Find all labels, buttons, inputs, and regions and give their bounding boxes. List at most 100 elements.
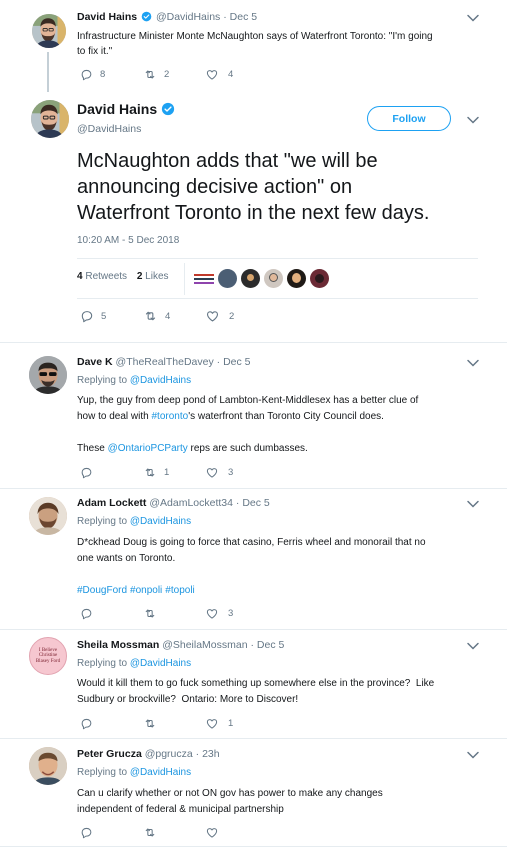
avatar[interactable]: I Believe Christine Blasey Ford [29,637,67,675]
like-button[interactable]: 4 [205,68,233,81]
replying-to-prefix: Replying to [77,516,128,527]
like-button[interactable]: 2 [205,309,234,323]
divider [0,846,507,847]
liker-avatar[interactable] [310,269,329,288]
author-handle[interactable]: @DavidHains [77,123,141,135]
avatar[interactable] [31,100,69,138]
tweet-timestamp[interactable]: 10:20 AM - 5 Dec 2018 [77,235,179,246]
like-button[interactable]: 3 [205,607,233,620]
liker-avatar[interactable] [287,269,306,288]
liker-avatar[interactable] [218,269,237,288]
like-icon [205,826,219,839]
chevron-down-icon[interactable] [466,358,480,368]
tweet-text-line: Would it kill them to go fuck something … [77,678,435,689]
replying-to-prefix: Replying to [77,767,128,778]
retweet-button[interactable] [143,717,164,730]
author-name[interactable]: David Hains [77,11,137,23]
retweet-count: 1 [164,467,170,478]
author-name[interactable]: Dave K [77,356,113,368]
chevron-down-icon[interactable] [466,115,480,125]
like-button[interactable] [205,826,228,839]
tweet-date[interactable]: Dec 5 [223,356,250,368]
separator: · [223,11,227,23]
hashtag-link[interactable]: #DougFord [77,585,127,596]
liker-avatar[interactable] [241,269,260,288]
liker-avatar[interactable] [264,269,283,288]
author-handle[interactable]: @AdamLockett34 [149,497,233,509]
avatar[interactable] [29,747,67,785]
follow-label: Follow [392,112,426,125]
replying-to-link[interactable]: @DavidHains [130,767,191,778]
author-handle[interactable]: @DavidHains [156,11,220,23]
retweet-button[interactable]: 4 [143,309,170,323]
avatar-image [29,497,67,535]
retweet-button[interactable] [143,826,164,839]
reply-button[interactable] [80,607,100,620]
reply-button[interactable]: 5 [80,309,106,323]
tweet-text-line: one wants on Toronto. [77,553,176,564]
tweet-text-line: Yup, the guy from deep pond of Lambton-K… [77,395,419,406]
chevron-down-icon[interactable] [466,750,480,760]
separator: · [235,497,240,509]
replying-to-link[interactable]: @DavidHains [130,375,191,386]
avatar-image [29,747,67,785]
avatar[interactable] [29,497,67,535]
author-name[interactable]: David Hains [77,101,157,117]
separator: · [250,639,254,651]
tweet-date[interactable]: Dec 5 [257,639,284,651]
tweet-text: Would it kill them to go fuck something … [77,676,497,708]
hashtags: #DougFord #onpoli #topoli [77,583,487,599]
tweet-date[interactable]: 23h [202,748,220,760]
tweet-header: Dave K @TheRealTheDavey · Dec 5 [77,356,251,368]
author-handle[interactable]: @pgrucza [145,748,193,760]
like-button[interactable]: 3 [205,466,233,479]
tweet-text: D*ckhead Doug is going to force that cas… [77,535,487,599]
like-button[interactable]: 1 [205,717,233,730]
thread-connector [47,52,49,92]
author-name[interactable]: Peter Grucza [77,748,142,760]
retweets-stat[interactable]: 4 Retweets [77,271,127,282]
retweet-icon [143,68,157,81]
retweet-count: 4 [165,310,171,322]
follow-button[interactable]: Follow [367,106,451,131]
author-handle[interactable]: @TheRealTheDavey [116,356,214,368]
reply-button[interactable]: 8 [80,68,105,81]
reply-icon [80,466,93,479]
liker-avatar[interactable] [194,269,214,289]
retweet-button[interactable]: 1 [143,466,169,479]
replying-to-link[interactable]: @DavidHains [130,658,191,669]
tweet-date[interactable]: Dec 5 [230,11,257,23]
retweet-button[interactable]: 2 [143,68,169,81]
replying-to-link[interactable]: @DavidHains [130,516,191,527]
reply-button[interactable] [80,466,100,479]
likes-stat[interactable]: 2 Likes [137,271,169,282]
replying-to: Replying to @DavidHains [77,516,191,527]
mention-link[interactable]: @OntarioPCParty [108,443,188,454]
text-segment: These [77,443,108,454]
like-icon [205,309,220,323]
retweets-stat-count: 4 [77,271,83,282]
hashtag-link[interactable]: #topoli [165,585,194,596]
author-name[interactable]: Adam Lockett [77,497,146,509]
chevron-down-icon[interactable] [466,499,480,509]
author-name[interactable]: Sheila Mossman [77,639,159,651]
tweet-date[interactable]: Dec 5 [242,497,269,509]
chevron-down-icon[interactable] [466,13,480,23]
replying-to: Replying to @DavidHains [77,375,191,386]
author-handle[interactable]: @SheilaMossman [162,639,247,651]
retweet-icon [143,717,157,730]
retweet-icon [143,466,157,479]
retweet-button[interactable] [143,607,164,620]
hashtag-link[interactable]: #toronto [152,411,189,422]
divider [0,738,507,739]
like-count: 2 [229,310,235,322]
avatar[interactable] [29,356,67,394]
tweet-text: Can u clarify whether or not ON gov has … [77,786,487,818]
chevron-down-icon[interactable] [466,641,480,651]
reply-button[interactable] [80,717,100,730]
reply-button[interactable] [80,826,100,839]
avatar[interactable] [32,14,66,48]
hashtag-link[interactable]: #onpoli [130,585,162,596]
text-segment: how to deal with [77,411,152,422]
tweet-text: Infrastructure Minister Monte McNaughton… [77,29,477,59]
